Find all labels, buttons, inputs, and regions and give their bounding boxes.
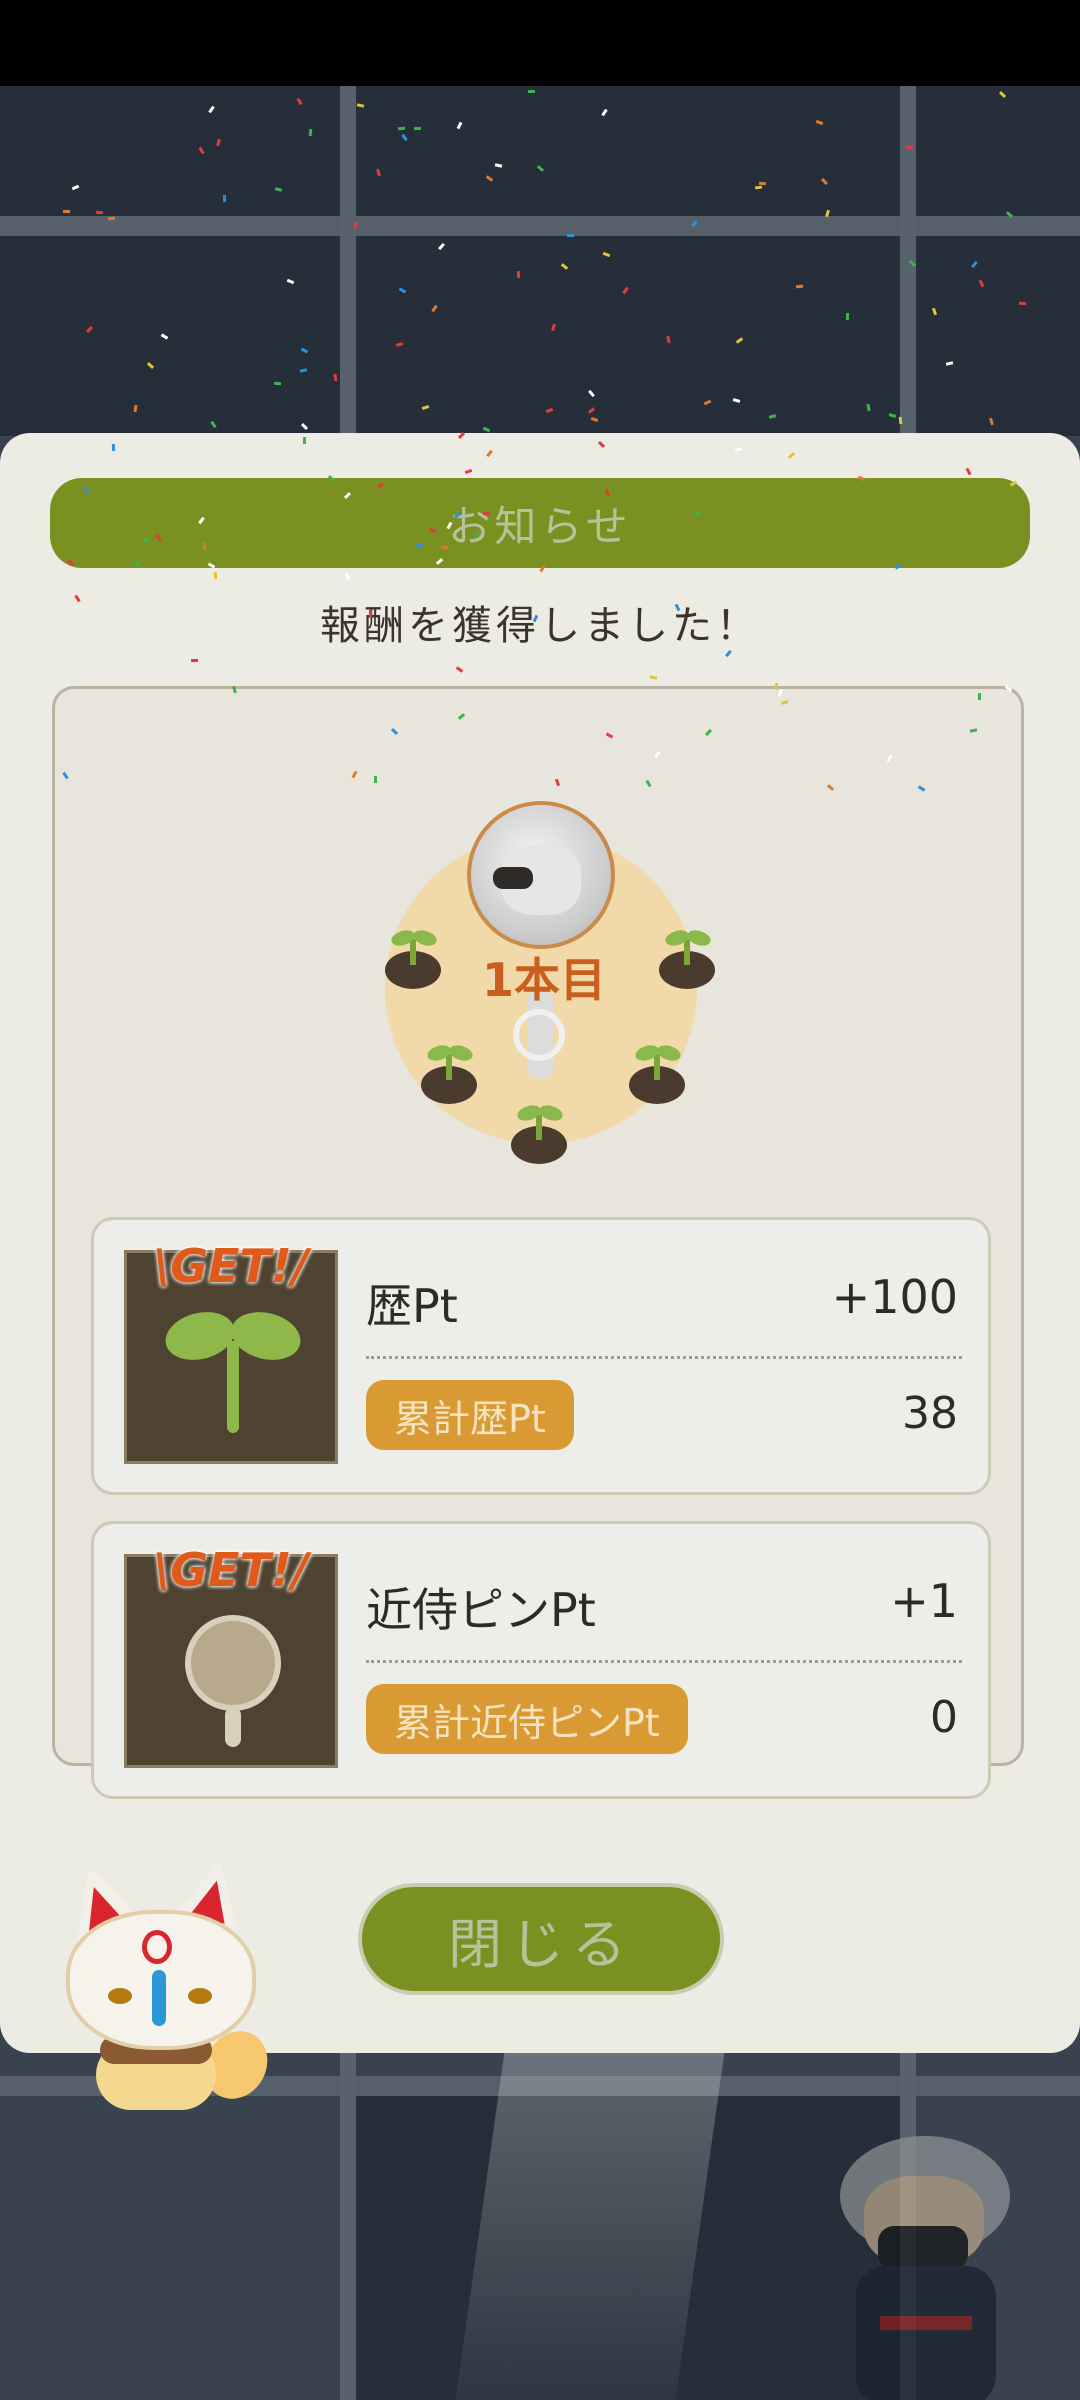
confetti-piece <box>483 511 491 515</box>
confetti-piece <box>274 381 282 385</box>
character-pin-icon <box>467 801 615 949</box>
reward-value: +1 <box>890 1574 958 1628</box>
sprout-icon <box>385 927 441 989</box>
get-label: \GET!/ <box>153 1543 309 1597</box>
pin-count-label: 1本目 <box>481 953 606 1007</box>
reward-message: 報酬を獲得しました！ <box>320 603 760 649</box>
confetti-piece <box>1018 301 1026 306</box>
confetti-piece <box>414 127 422 131</box>
notice-modal: お知らせ 報酬を獲得しました！ 1本目 \GET!/ 歴Pt +100 累計歴P… <box>0 433 1080 2053</box>
get-label: \GET!/ <box>153 1239 309 1293</box>
confetti-piece <box>62 210 70 214</box>
background-character <box>820 2126 1030 2400</box>
total-label-badge: 累計歴Pt <box>366 1380 574 1450</box>
total-value: 0 <box>930 1692 958 1743</box>
confetti-piece <box>397 126 405 131</box>
total-label-badge: 累計近侍ピンPt <box>366 1684 688 1754</box>
sprout-icon <box>659 927 715 989</box>
sprout-icon <box>421 1042 477 1104</box>
sprout-icon <box>511 1102 567 1164</box>
pin-icon: \GET!/ <box>124 1543 338 1768</box>
modal-title: お知らせ <box>50 478 1030 568</box>
confetti-piece <box>213 571 217 579</box>
confetti-piece <box>202 543 206 551</box>
confetti-piece <box>977 693 981 701</box>
confetti-piece <box>759 181 767 185</box>
divider <box>366 1660 962 1663</box>
confetti-piece <box>308 128 312 136</box>
reward-content-box: 1本目 \GET!/ 歴Pt +100 累計歴Pt 38 \GET!/ 近侍ピン… <box>52 686 1024 1799</box>
confetti-piece <box>846 312 850 320</box>
divider <box>366 1356 962 1359</box>
reward-name: 近侍ピンPt <box>366 1583 596 1637</box>
confetti-piece <box>107 216 116 221</box>
confetti-piece <box>222 194 226 202</box>
confetti-piece <box>795 284 804 288</box>
confetti-piece <box>969 727 978 733</box>
confetti-piece <box>302 437 306 445</box>
confetti-piece <box>111 443 116 451</box>
close-button[interactable]: 閉じる <box>358 1883 724 1995</box>
confetti-piece <box>373 775 377 783</box>
reward-card-pin-pt: \GET!/ 近侍ピンPt +1 累計近侍ピンPt 0 <box>91 1521 991 1799</box>
confetti-piece <box>369 609 373 617</box>
fox-mascot <box>54 1852 280 2111</box>
reward-value: +100 <box>831 1270 958 1324</box>
confetti-piece <box>527 90 535 94</box>
reward-card-reki-pt: \GET!/ 歴Pt +100 累計歴Pt 38 <box>91 1217 991 1495</box>
confetti-piece <box>566 233 574 238</box>
total-value: 38 <box>902 1388 958 1439</box>
status-bar <box>0 0 1080 86</box>
sprout-icon: \GET!/ <box>124 1239 338 1464</box>
confetti-piece <box>517 270 521 278</box>
reward-name: 歴Pt <box>366 1279 458 1333</box>
confetti-piece <box>905 144 914 150</box>
confetti-piece <box>191 659 199 663</box>
sprout-icon <box>629 1042 685 1104</box>
